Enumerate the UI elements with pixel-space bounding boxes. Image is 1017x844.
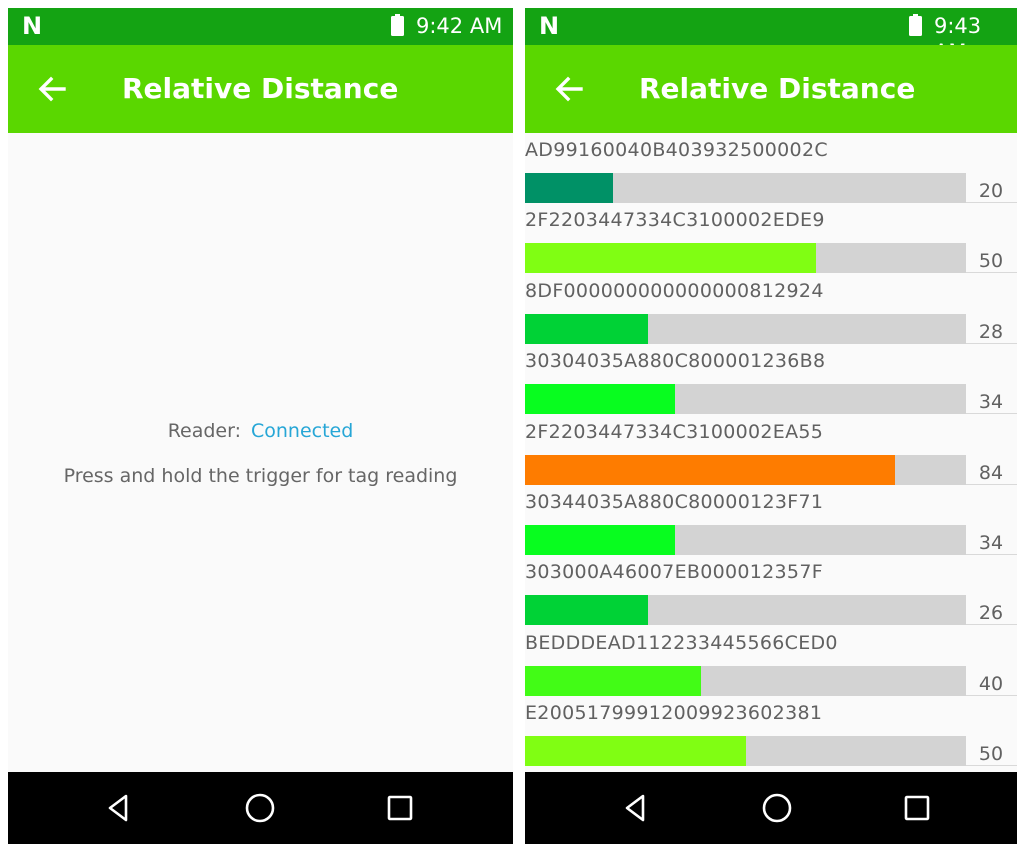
tag-list-item[interactable]: E20051799912009923602381 50: [525, 696, 1017, 767]
triangle-back-icon[interactable]: [617, 788, 657, 828]
reader-label: Reader:: [167, 420, 241, 442]
tag-id: 8DF000000000000000812924: [525, 279, 824, 302]
status-bar: N 9:42 AM: [8, 8, 513, 45]
tag-distance-value: 34: [978, 531, 1004, 554]
reader-connection-status: Connected: [251, 420, 354, 442]
distance-bar-track: [525, 736, 966, 767]
arrow-left-icon[interactable]: [549, 69, 589, 109]
tag-id: 30344035A880C80000123F71: [525, 490, 824, 513]
tag-list-item[interactable]: 8DF000000000000000812924 28: [525, 274, 1017, 344]
distance-bar-fill: [525, 313, 649, 344]
tag-distance-value: 50: [978, 250, 1004, 273]
tag-id: 2F2203447334C3100002EA55: [525, 420, 824, 443]
distance-bar-fill: [525, 665, 702, 696]
app-bar: Relative Distance: [8, 45, 513, 133]
distance-bar-track: [525, 665, 966, 696]
tag-distance-value: 50: [978, 743, 1004, 766]
distance-bar-fill: [525, 454, 896, 485]
distance-bar-track: [525, 173, 966, 203]
distance-bar-fill: [525, 243, 817, 274]
distance-bar-fill: [525, 384, 675, 415]
tag-list[interactable]: AD99160040B403932500002C 20 2F2203447334C3…: [525, 133, 1017, 767]
tag-id: AD99160040B403932500002C: [525, 139, 828, 161]
distance-bar-track: [525, 595, 966, 626]
tag-list-item[interactable]: AD99160040B403932500002C 20: [525, 133, 1017, 203]
distance-bar-fill: [525, 173, 614, 203]
square-recents-icon[interactable]: [380, 788, 420, 828]
battery-full-icon: [909, 14, 922, 36]
tag-distance-value: 26: [978, 602, 1004, 625]
arrow-left-icon[interactable]: [32, 69, 72, 109]
tag-id: 303000A46007EB000012357F: [525, 561, 823, 584]
battery-full-icon: [391, 14, 404, 36]
circle-home-icon[interactable]: [240, 788, 280, 828]
tag-list-item[interactable]: BEDDDEAD112233445566CED0 40: [525, 626, 1017, 696]
square-recents-icon[interactable]: [897, 788, 937, 828]
tag-list-item[interactable]: 30304035A880C800001236B8 34: [525, 344, 1017, 415]
tag-list-item[interactable]: 30344035A880C80000123F71 34: [525, 485, 1017, 555]
distance-bar-track: [525, 313, 966, 344]
app-bar: Relative Distance: [525, 45, 1017, 133]
distance-bar-track: [525, 384, 966, 415]
n-logo-icon: N: [22, 12, 43, 40]
trigger-hint: Press and hold the trigger for tag readi…: [63, 465, 458, 487]
tag-id: 30304035A880C800001236B8: [525, 350, 826, 373]
distance-bar-track: [525, 454, 966, 485]
tag-list-item[interactable]: 2F2203447334C3100002EDE9 50: [525, 203, 1017, 274]
triangle-back-icon[interactable]: [100, 788, 140, 828]
reader-info: Reader: Connected Press and hold the trig…: [8, 418, 513, 489]
n-logo-icon: N: [539, 12, 560, 40]
page-title: Relative Distance: [122, 72, 399, 105]
tag-distance-value: 28: [978, 320, 1004, 343]
row-divider: [966, 765, 1017, 767]
tag-distance-value: 40: [978, 672, 1004, 695]
distance-bar-fill: [525, 524, 675, 555]
tag-distance-value: 20: [978, 180, 1004, 202]
distance-bar-track: [525, 243, 966, 274]
tag-id: BEDDDEAD112233445566CED0: [525, 631, 838, 654]
status-bar: N 9:43 AM: [525, 8, 1017, 64]
distance-bar-fill: [525, 595, 649, 626]
circle-home-icon[interactable]: [757, 788, 797, 828]
page-title: Relative Distance: [639, 72, 916, 105]
distance-bar-track: [525, 524, 966, 555]
left-screen: N 9:42 AM Relative Distance Reader: Conne…: [8, 8, 513, 844]
status-time: 9:42 AM: [416, 14, 503, 38]
right-screen: N 9:43 AM Relative Distance AD99160040B4…: [525, 8, 1017, 844]
tag-id: E20051799912009923602381: [525, 702, 823, 725]
distance-bar-fill: [525, 736, 746, 767]
tag-distance-value: 84: [978, 461, 1004, 484]
tag-distance-value: 34: [978, 391, 1004, 414]
tag-id: 2F2203447334C3100002EDE9: [525, 209, 825, 232]
system-nav-bar: [525, 772, 1017, 844]
system-nav-bar: [8, 772, 513, 844]
reader-status-line: Reader: Connected: [8, 418, 513, 444]
tag-list-item[interactable]: 2F2203447334C3100002EA55 84: [525, 415, 1017, 485]
tag-list-item[interactable]: 303000A46007EB000012357F 26: [525, 555, 1017, 626]
